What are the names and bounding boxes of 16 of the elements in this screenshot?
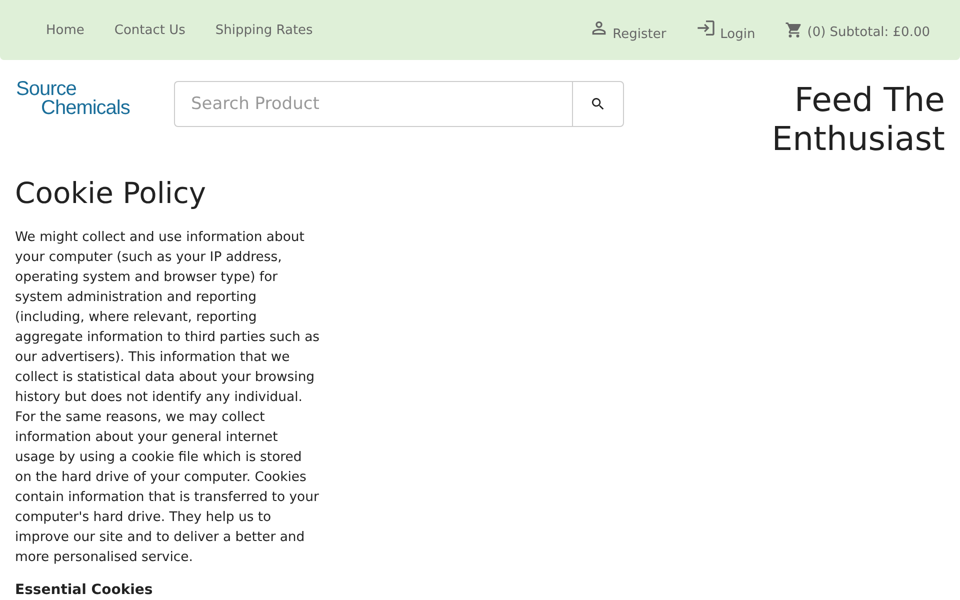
search-icon — [590, 96, 606, 112]
section-heading: Essential Cookies — [15, 582, 154, 598]
nav-link[interactable]: Contact Us — [114, 22, 186, 38]
tagline: Feed The Enthusiast — [770, 80, 945, 158]
register-link[interactable]: Register — [588, 18, 666, 42]
nav-link[interactable]: Shipping Rates — [215, 22, 313, 38]
logo[interactable]: Source Chemicals — [16, 80, 174, 118]
page-title: Cookie Policy — [15, 176, 208, 210]
cart-link[interactable]: (0) Subtotal: £0.00 — [785, 20, 930, 40]
nav-link[interactable]: Home — [46, 22, 84, 38]
login-icon — [696, 18, 716, 38]
search-button[interactable] — [572, 81, 624, 127]
search-field[interactable]: Search Product — [174, 81, 572, 127]
login-link[interactable]: Login — [696, 18, 756, 42]
policy-paragraph: We might collect and use information about your computer (such as your IP address, operating system and browser type) for system administration and reporting (including, where relevant, reporting aggregate information to third parties such as our advertisers). This information that we collect is statistical data about your browsing history but does not identify any individual. For the same reasons, we may collect information about your general internet usage by using a cookie file which is stored on the hard drive of your computer. Cookies contain information that is transferred to your computer's hard drive. They help us to improve our site and to deliver a better and more personalised service. — [15, 229, 320, 567]
cart-icon — [785, 20, 804, 38]
